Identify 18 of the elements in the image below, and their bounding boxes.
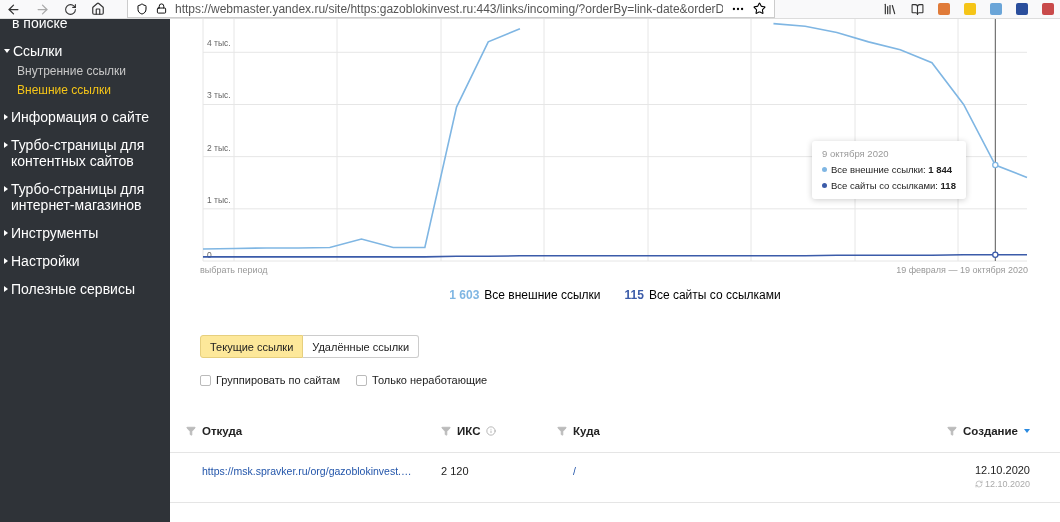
tooltip-value: Все внешние ссылки: 1 844 (831, 164, 953, 175)
legend-count: 1 603 (449, 288, 480, 302)
tooltip-value: Все сайты со ссылками: 118 (831, 180, 956, 191)
checked-date: 12.10.2020 (984, 479, 1030, 489)
legend-label: Все сайты со ссылками (648, 288, 781, 302)
y-tick-label: 3 тыс. (207, 90, 231, 101)
url-text: https://webmaster.yandex.ru/site/https:gazoblokinvest.ru:443/links/incoming/?orderBy=link-date&orderD (175, 1, 723, 16)
checkbox-label: Группировать по сайтам (216, 374, 341, 386)
legend-label: Все внешние ссылки (484, 288, 601, 302)
checkbox-label: Только неработающие (372, 374, 488, 386)
y-tick-label: 4 тыс. (207, 38, 231, 49)
y-tick-label: 1 тыс. (207, 194, 231, 205)
date-range: 19 февраля — 19 октября 2020 (896, 265, 1028, 275)
y-tick-label: 2 тыс. (207, 142, 231, 153)
iks-value: 2 120 (441, 465, 469, 477)
legend-count: 115 (624, 288, 644, 302)
created-date: 12.10.2020 (974, 464, 1030, 476)
tooltip-date: 9 октября 2020 (822, 148, 890, 159)
